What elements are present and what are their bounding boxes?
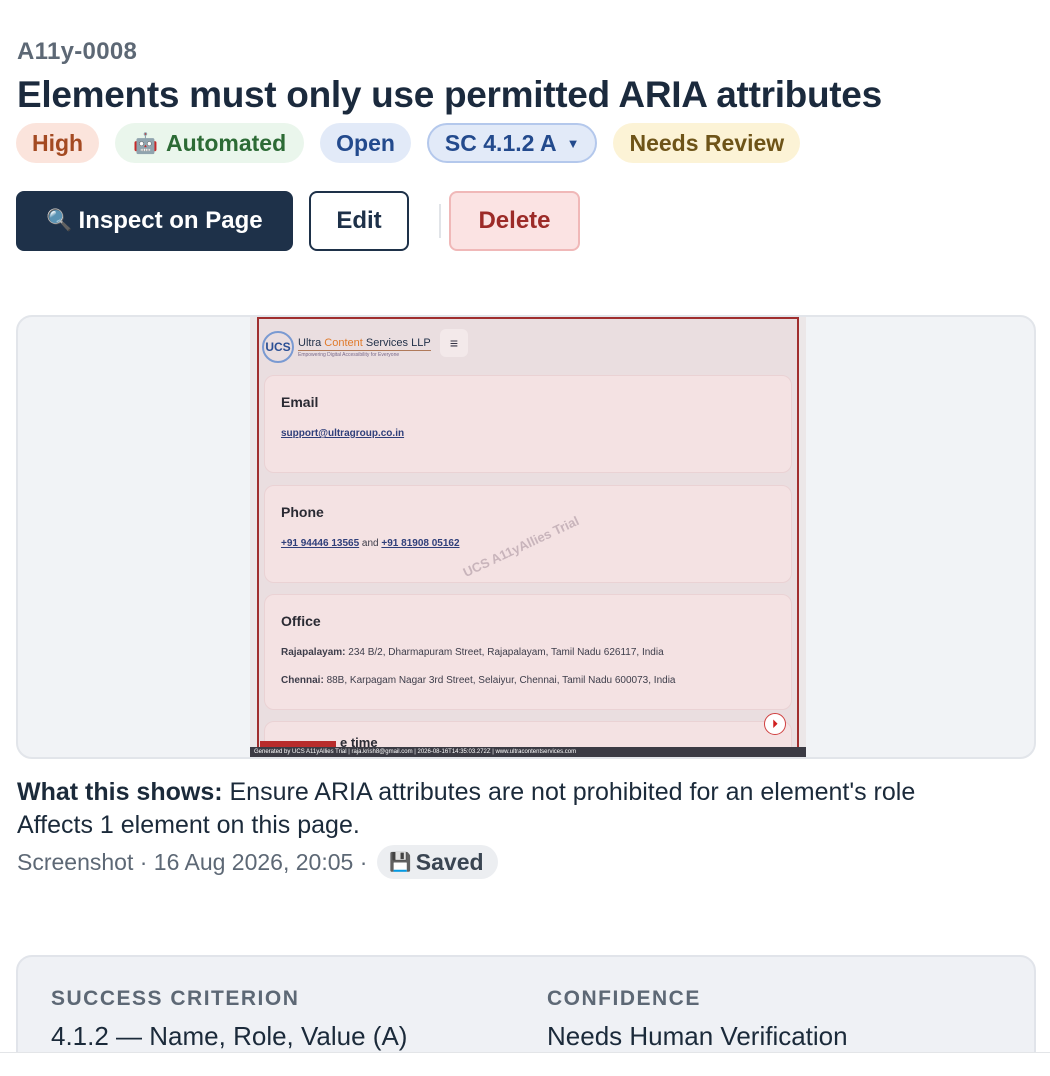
explanation-text: Ensure ARIA attributes are not prohibite… (222, 778, 916, 806)
detection-badge: 🤖 Automated (115, 123, 305, 163)
capture-meta: Screenshot · 16 Aug 2026, 20:05 · 💾 Save… (17, 845, 498, 879)
delete-button[interactable]: Delete (449, 191, 580, 251)
confidence-field: CONFIDENCE Needs Human Verification (547, 987, 848, 1052)
detection-label: Automated (166, 129, 287, 156)
edit-button[interactable]: Edit (309, 191, 409, 251)
badge-row: High 🤖 Automated Open SC 4.1.2 A ▼ Needs… (16, 123, 801, 163)
brand-name: Ultra Content Services LLP (298, 336, 431, 349)
inspect-label: Inspect on Page (78, 207, 263, 234)
issue-title: Elements must only use permitted ARIA at… (17, 74, 882, 115)
screenshot-image[interactable]: UCS Ultra Content Services LLP Empowerin… (250, 317, 806, 757)
site-logo: UCS Ultra Content Services LLP Empowerin… (262, 331, 431, 363)
magnifier-icon: 🔍 (46, 209, 73, 232)
email-card: Email support@ultragroup.co.in (264, 375, 792, 473)
screenshot-footer: Generated by UCS A11yAllies Trial | raja… (250, 747, 806, 757)
robot-icon: 🤖 (133, 132, 159, 155)
screenshot-panel: UCS Ultra Content Services LLP Empowerin… (16, 315, 1036, 759)
office-1-address: 234 B/2, Dharmapuram Street, Rajapalayam… (348, 647, 664, 658)
phone-link-1: +91 94446 13565 (281, 538, 360, 549)
action-bar: 🔍 Inspect on Page Edit Delete (16, 191, 580, 251)
office-2-label: Chennai: (281, 675, 324, 686)
logo-mark: UCS (262, 331, 294, 363)
confidence-field-label: CONFIDENCE (547, 987, 701, 1010)
office-heading: Office (281, 613, 321, 629)
phone-separator: and (361, 538, 379, 549)
phone-heading: Phone (281, 504, 324, 520)
criterion-field-value: 4.1.2 — Name, Role, Value (A) (51, 1021, 408, 1051)
pdf-icon: ⏵ (764, 713, 786, 735)
severity-badge: High (16, 123, 100, 163)
bottom-bar (0, 1052, 1050, 1076)
office-2-address: 88B, Karpagam Nagar 3rd Street, Selaiyur… (326, 675, 676, 686)
status-badge: Open (320, 123, 411, 163)
office-1-label: Rajapalayam: (281, 647, 346, 658)
criterion-dropdown[interactable]: SC 4.1.2 A ▼ (426, 123, 598, 163)
issue-id: A11y-0008 (17, 38, 138, 65)
email-heading: Email (281, 394, 319, 410)
criterion-field-label: SUCCESS CRITERION (51, 987, 300, 1010)
review-badge: Needs Review (613, 123, 801, 163)
explanation: What this shows: Ensure ARIA attributes … (17, 776, 915, 842)
inspect-button[interactable]: 🔍 Inspect on Page (16, 191, 293, 251)
action-divider (439, 204, 441, 238)
saved-label: Saved (415, 848, 484, 875)
affected-count: Affects 1 element on this page. (17, 811, 360, 839)
capture-timestamp: Screenshot · 16 Aug 2026, 20:05 · (17, 848, 368, 875)
floppy-disk-icon: 💾 (389, 851, 412, 872)
office-card: Office Rajapalayam: 234 B/2, Dharmapuram… (264, 594, 792, 710)
hamburger-menu-icon: ≡ (440, 329, 468, 357)
brand-tagline: Empowering Digital Accessibility for Eve… (298, 349, 431, 358)
explanation-label: What this shows: (17, 778, 223, 806)
saved-badge: 💾 Saved (377, 845, 498, 879)
email-link: support@ultragroup.co.in (281, 428, 405, 439)
chevron-down-icon: ▼ (566, 135, 580, 151)
criterion-field: SUCCESS CRITERION 4.1.2 — Name, Role, Va… (51, 987, 407, 1052)
criterion-label: SC 4.1.2 A (444, 129, 557, 156)
confidence-field-value: Needs Human Verification (547, 1021, 848, 1051)
phone-link-2: +91 81908 05162 (381, 538, 460, 549)
